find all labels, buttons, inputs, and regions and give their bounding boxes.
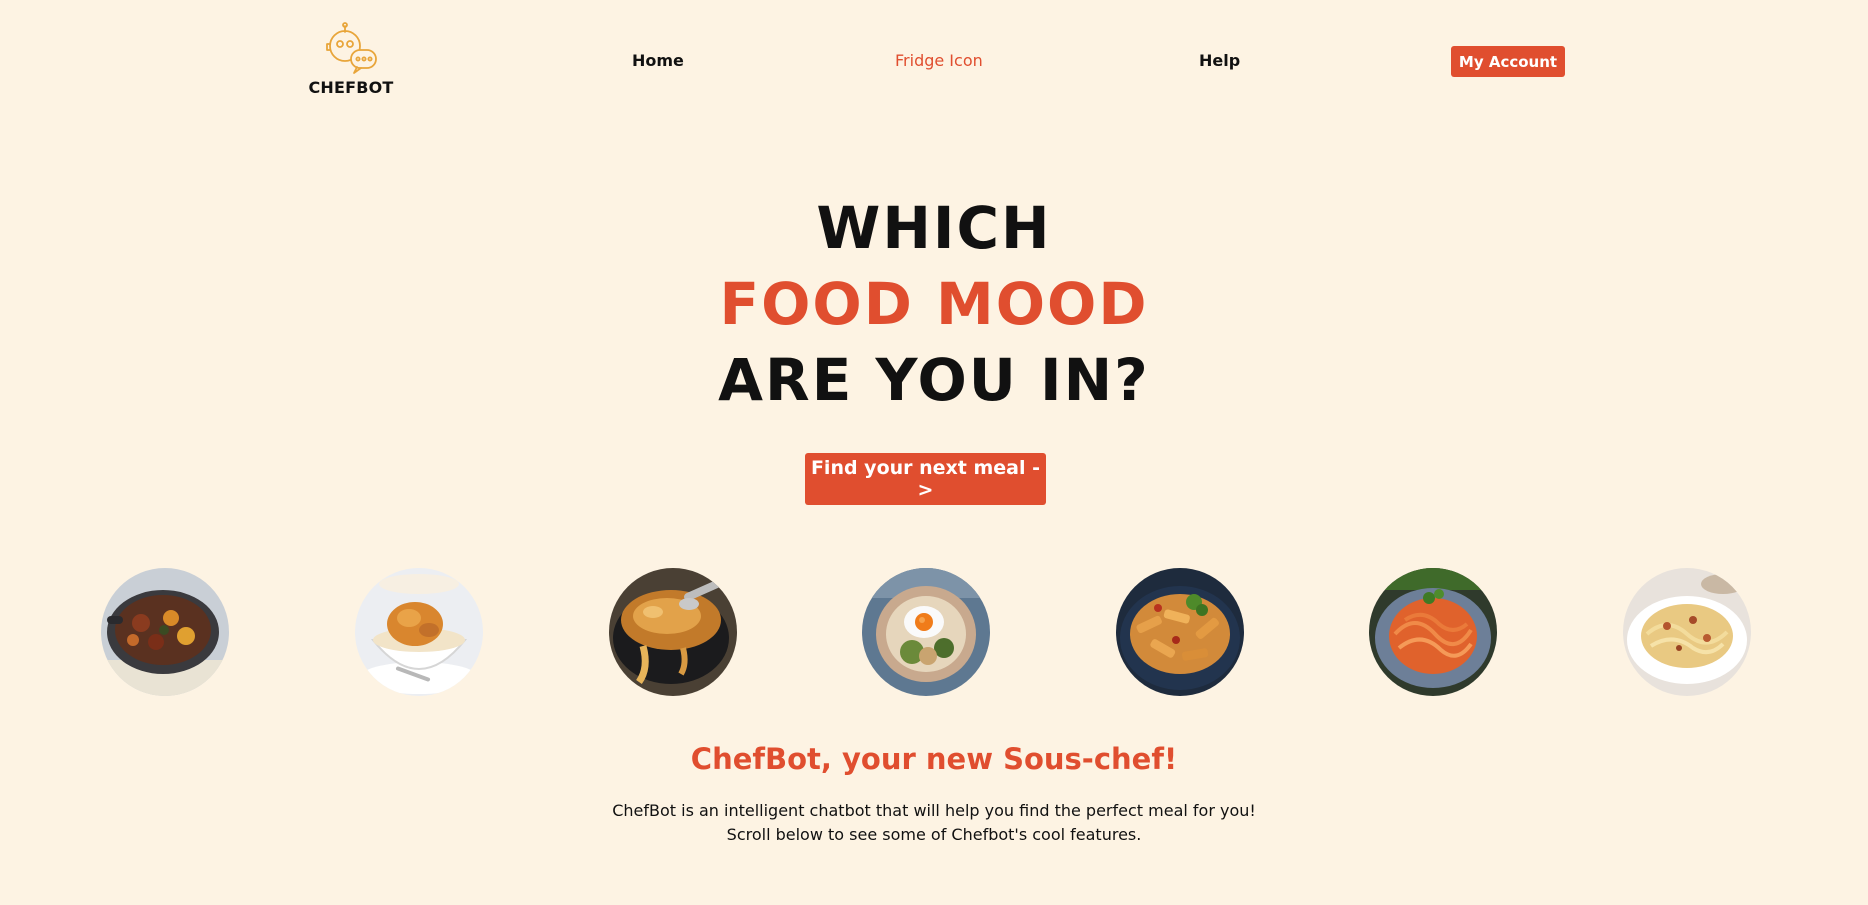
hero: WHICH FOOD MOOD ARE YOU IN? [0, 190, 1868, 418]
nav-fridge-icon[interactable]: Fridge Icon [895, 51, 983, 70]
hero-line-are-you-in: ARE YOU IN? [718, 346, 1150, 414]
cobbler-bowl-image[interactable] [355, 568, 483, 696]
hero-line-which: WHICH [816, 194, 1052, 262]
my-account-button[interactable]: My Account [1451, 46, 1565, 77]
nav-home[interactable]: Home [632, 51, 684, 70]
chef-robot-icon [326, 22, 377, 74]
spaghetti-image[interactable] [1369, 568, 1497, 696]
egg-rice-bowl-image[interactable] [862, 568, 990, 696]
hero-line-food-mood: FOOD MOOD [719, 270, 1149, 338]
stew-pan-image[interactable] [101, 568, 229, 696]
brand-name: CHEFBOT [308, 78, 394, 97]
intro-line-2: Scroll below to see some of Chefbot's co… [726, 825, 1142, 844]
penne-pasta-image[interactable] [1116, 568, 1244, 696]
find-next-meal-button[interactable]: Find your next meal -> [805, 453, 1046, 505]
intro-line-1: ChefBot is an intelligent chatbot that w… [612, 801, 1256, 820]
site-header: CHEFBOT Home Fridge Icon Help My Account [0, 0, 1868, 120]
carbonara-image[interactable] [1623, 568, 1751, 696]
intro-text: ChefBot is an intelligent chatbot that w… [0, 799, 1868, 847]
intro-title: ChefBot, your new Sous-chef! [690, 742, 1178, 776]
nav-help[interactable]: Help [1199, 51, 1240, 70]
onion-soup-image[interactable] [609, 568, 737, 696]
logo[interactable]: CHEFBOT [300, 22, 402, 97]
